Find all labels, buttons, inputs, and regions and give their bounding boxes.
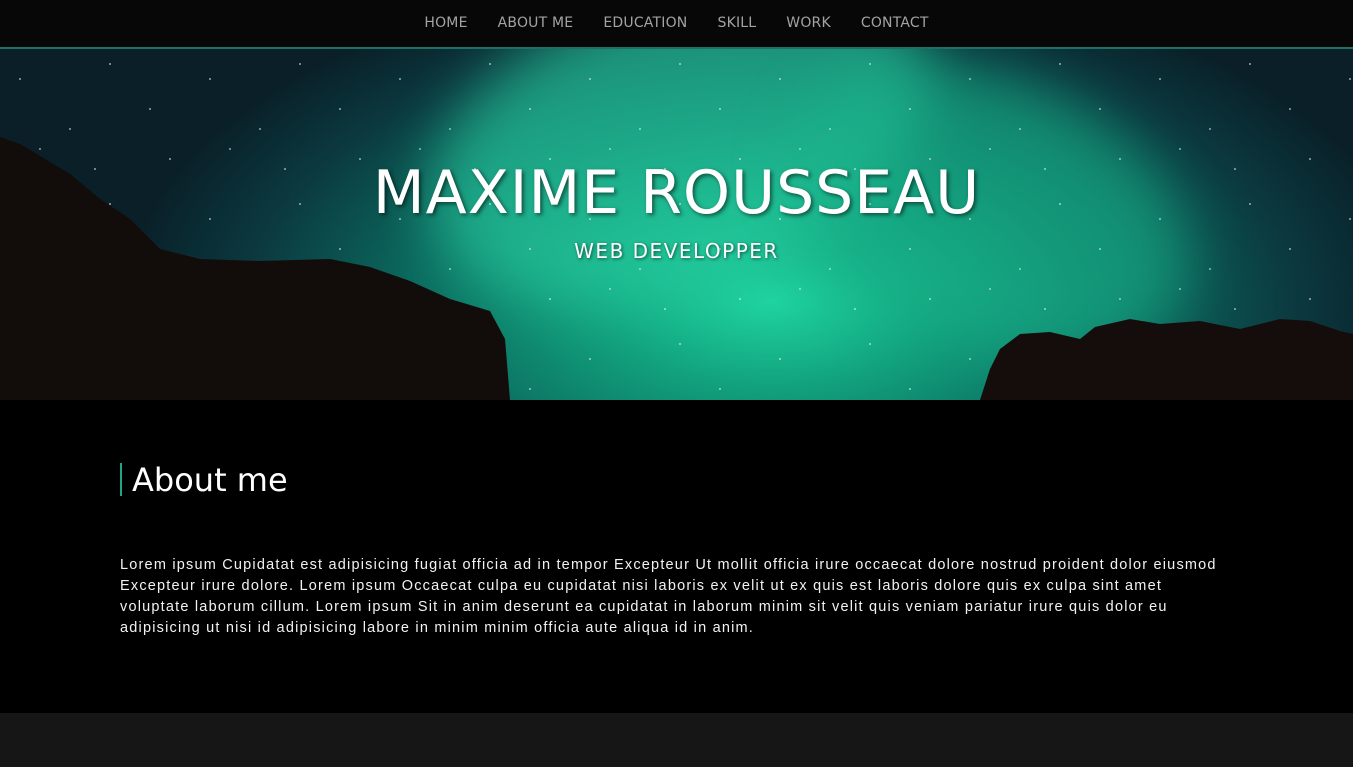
nav-item-home: HOME [424, 0, 467, 48]
nav-item-education: EDUCATION [603, 0, 687, 48]
nav-link-contact[interactable]: CONTACT [861, 15, 929, 31]
hero-name: MAXIME ROUSSEAU [372, 158, 981, 228]
right-ridge [980, 319, 1353, 400]
hero-role: WEB DEVELOPPER [574, 239, 779, 263]
nav-item-contact: CONTACT [861, 0, 929, 48]
nav-link-skill[interactable]: SKILL [717, 15, 756, 31]
about-heading-block: About me [120, 463, 288, 496]
hero-banner: MAXIME ROUSSEAU WEB DEVELOPPER [0, 49, 1353, 400]
nav-item-about-me: ABOUT ME [498, 0, 574, 48]
about-section: About me Lorem ipsum Cupidatat est adipi… [0, 400, 1353, 713]
nav-link-education[interactable]: EDUCATION [603, 15, 687, 31]
about-heading: About me [132, 460, 288, 499]
nav-item-skill: SKILL [717, 0, 756, 48]
nav-menu: HOME ABOUT ME EDUCATION SKILL WORK CONTA… [424, 0, 928, 48]
next-section-band [0, 713, 1353, 767]
nav-link-about-me[interactable]: ABOUT ME [498, 15, 574, 31]
nav-item-work: WORK [786, 0, 831, 48]
top-navigation-bar: HOME ABOUT ME EDUCATION SKILL WORK CONTA… [0, 0, 1353, 49]
nav-link-work[interactable]: WORK [786, 15, 831, 31]
nav-link-home[interactable]: HOME [424, 15, 467, 31]
about-paragraph: Lorem ipsum Cupidatat est adipisicing fu… [120, 557, 1217, 636]
